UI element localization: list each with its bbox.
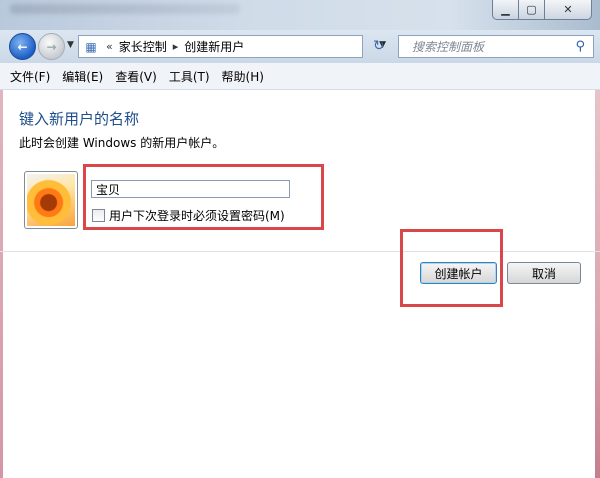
page-title: 键入新用户的名称 [19,110,140,128]
title-bar[interactable]: ▁ ▢ ✕ [0,0,600,30]
search-icon[interactable]: ⚲ [575,39,585,54]
background-edge-left [0,63,3,478]
maximize-button[interactable]: ▢ [519,0,545,20]
page-description: 此时会创建 Windows 的新用户帐户。 [19,136,225,150]
breadcrumb-overflow[interactable]: « [106,40,113,53]
back-button[interactable]: ← [9,33,36,60]
address-bar[interactable]: ▦ « 家长控制 ▸ 创建新用户 ▼ [78,35,386,58]
menu-edit[interactable]: 编辑(E) [60,66,105,87]
user-avatar [24,171,78,229]
blurred-title-text [10,4,240,14]
arrow-left-icon: ← [17,39,28,54]
caption-buttons: ▁ ▢ ✕ [492,0,592,20]
address-toolbar: ← → ▼ ▦ « 家长控制 ▸ 创建新用户 ▼ ↻ 搜索控制面板 ⚲ [0,30,600,63]
menu-tools[interactable]: 工具(T) [167,66,212,87]
minimize-button[interactable]: ▁ [492,0,519,20]
refresh-icon: ↻ [373,38,385,54]
search-box[interactable]: 搜索控制面板 ⚲ [398,35,594,58]
recent-pages-dropdown[interactable]: ▼ [67,40,74,50]
menu-bar: 文件(F) 编辑(E) 查看(V) 工具(T) 帮助(H) [0,63,600,90]
flower-picture-icon [27,174,75,226]
arrow-right-icon: → [46,39,57,54]
highlight-box-create-button [400,229,503,307]
close-button[interactable]: ✕ [545,0,592,20]
cancel-button[interactable]: 取消 [507,262,581,284]
divider [0,251,600,252]
highlight-box-username [83,164,324,230]
search-input[interactable]: 搜索控制面板 [412,38,575,55]
menu-help[interactable]: 帮助(H) [220,66,266,87]
background-edge-right [595,63,600,478]
menu-view[interactable]: 查看(V) [113,66,159,87]
breadcrumb-parental-controls[interactable]: 家长控制 [119,38,167,55]
refresh-button[interactable]: ↻ [373,38,385,54]
control-panel-icon: ▦ [85,39,97,54]
breadcrumb-separator[interactable]: ▸ [173,40,179,53]
breadcrumb-create-user[interactable]: 创建新用户 [184,38,244,55]
menu-file[interactable]: 文件(F) [8,66,52,87]
chevron-down-icon: ▼ [67,40,74,50]
forward-button[interactable]: → [38,33,65,60]
